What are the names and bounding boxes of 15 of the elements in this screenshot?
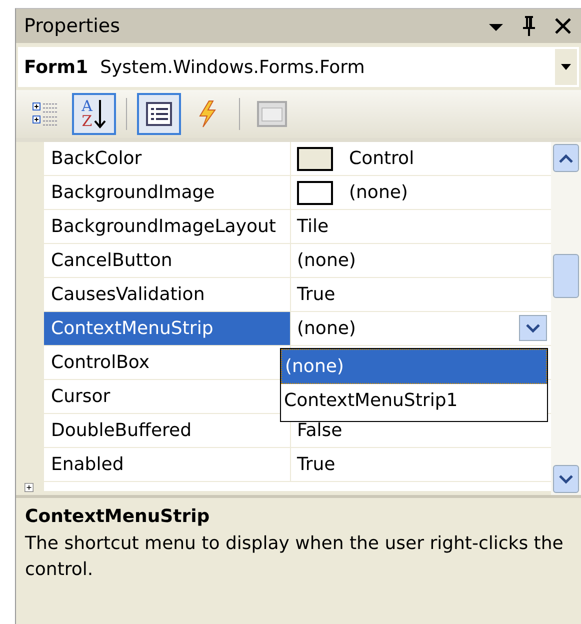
property-value: Control [349, 148, 414, 169]
window-title: Properties [24, 15, 122, 37]
property-value: Tile [297, 216, 329, 237]
object-name: Form1 [24, 56, 88, 78]
object-type: System.Windows.Forms.Form [100, 56, 366, 78]
property-value: True [297, 454, 336, 475]
sort-letter: Z [82, 114, 92, 129]
property-value: (none) [349, 182, 408, 203]
property-value: (none) [297, 250, 356, 271]
sort-letter: A [82, 99, 92, 114]
property-value: True [297, 284, 336, 305]
description-text: The shortcut menu to display when the user right-clicks the control. [25, 532, 564, 582]
property-value: (none) [297, 318, 356, 339]
description-title: ContextMenuStrip [25, 506, 211, 527]
property-value: False [297, 420, 342, 441]
